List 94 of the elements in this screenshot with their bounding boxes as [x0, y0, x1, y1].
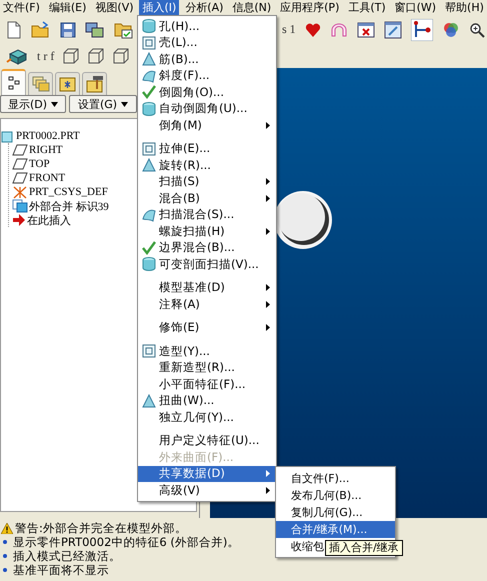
message-text: 警告:外部合并完全在模型外部。 [15, 520, 187, 536]
stacked-windows-icon[interactable] [85, 20, 105, 38]
tree-item[interactable]: FRONT [29, 172, 66, 184]
tree-item[interactable]: 在此插入 [27, 212, 71, 228]
menu-item[interactable]: 壳(L)... [159, 35, 270, 50]
menu-item[interactable]: 发布几何(B)... [276, 487, 395, 504]
menu-item[interactable]: 自动倒圆角(U)... [159, 101, 270, 116]
menu-item[interactable]: 自文件(F)... [276, 470, 395, 487]
stacked-folders-icon [32, 76, 50, 92]
submenu-arrow-icon [266, 300, 270, 308]
menu-item[interactable]: 独立几何(Y)... [159, 410, 270, 425]
panel-tab[interactable] [82, 72, 107, 95]
settings-button[interactable]: 设置(G) [69, 95, 137, 113]
menu-item[interactable]: 造型(Y)... [159, 344, 270, 359]
menu-item[interactable]: 扫描(S) [159, 174, 266, 190]
wireframe-cube-icon[interactable] [113, 48, 130, 64]
menu-bar-item[interactable]: 应用程序(P) [277, 0, 342, 15]
submenu-arrow-icon [266, 122, 270, 129]
tree-item[interactable]: RIGHT [29, 144, 63, 156]
submenu-arrow-icon [266, 324, 270, 332]
arch-icon[interactable] [330, 22, 348, 38]
tree-item[interactable]: PRT_CSYS_DEF [29, 186, 108, 198]
tree-structure-icon [8, 76, 20, 90]
menu-item[interactable]: 螺旋扫描(H) [159, 224, 266, 239]
message-text: 显示零件PRT0002中的特征6 (外部合并)。 [13, 534, 240, 550]
menu-item[interactable]: 孔(H)... [159, 18, 270, 34]
menu-item[interactable]: 拉伸(E)... [159, 141, 270, 156]
panel-tab[interactable] [55, 72, 80, 95]
datum-plane-icon [12, 158, 28, 170]
part-icon [1, 130, 14, 142]
display-button[interactable]: 显示(D) [0, 95, 66, 113]
menu-item[interactable]: 斜度(F)... [159, 68, 270, 84]
menu-item[interactable]: 注释(A) [159, 296, 266, 312]
menu-item[interactable]: 复制几何(G)... [276, 504, 395, 521]
document-icon[interactable] [6, 20, 22, 38]
menu-item[interactable]: 扭曲(W)... [159, 393, 270, 408]
menu-item[interactable]: 扫描混合(S)... [159, 207, 270, 222]
menu-bar-item[interactable]: 编辑(E) [46, 0, 90, 15]
tree-item[interactable]: TOP [29, 158, 50, 170]
menu-item[interactable]: 倒圆角(O)... [159, 84, 270, 100]
submenu-arrow-icon [266, 470, 270, 478]
menu-item[interactable]: 边界混合(B)... [159, 240, 270, 256]
submenu-arrow-icon [266, 284, 270, 292]
menu-item[interactable]: 倒角(M) [159, 118, 266, 133]
warning-icon [1, 522, 13, 534]
menu-bar-item[interactable]: 工具(T) [345, 0, 389, 15]
menu-item[interactable]: 重新造型(R)... [159, 360, 270, 376]
folder-hammer-icon [86, 75, 104, 93]
menu-item[interactable]: 旋转(R)... [159, 158, 270, 173]
wireframe-cube-icon[interactable] [88, 48, 104, 64]
menu-bar-item[interactable]: 插入(I) [139, 0, 180, 15]
node-link-icon[interactable] [410, 18, 433, 40]
submenu-arrow-icon [266, 178, 270, 186]
folder-check-icon[interactable] [114, 20, 134, 38]
coordinate-system-icon [12, 186, 28, 198]
edit-window-icon[interactable] [384, 20, 402, 38]
menu-item[interactable]: 模型基准(D) [159, 280, 266, 296]
menu-item[interactable]: 合并/继承(M)... [276, 521, 395, 538]
menu-bar-item[interactable]: 信息(N) [229, 0, 274, 15]
menu-item[interactable]: 混合(B) [159, 190, 266, 206]
menu-bar-item[interactable]: 分析(A) [182, 0, 226, 15]
arrow-icon [12, 214, 26, 226]
panel-tab[interactable] [1, 69, 26, 95]
submenu-arrow-icon [266, 228, 270, 235]
menu-bar-item[interactable]: 视图(V) [92, 0, 137, 15]
message-text: 基准平面将不显示 [13, 562, 109, 578]
menu-item[interactable]: 可变剖面扫描(V)... [159, 256, 270, 272]
folder-icon[interactable] [31, 20, 51, 38]
menu-bar-item[interactable]: 文件(F) [0, 0, 43, 15]
menu-item[interactable]: 用户定义特征(U)... [159, 433, 270, 448]
tree-item[interactable]: 外部合并 标识39 [29, 198, 109, 214]
menu-item[interactable]: 修饰(E) [159, 320, 266, 336]
submenu-arrow-icon [266, 486, 270, 494]
menu-item[interactable]: 小平面特征(F)... [159, 376, 270, 392]
message-text: 插入模式已经激活。 [13, 548, 121, 564]
datum-plane-icon [12, 172, 28, 184]
wireframe-cube-icon[interactable] [63, 48, 80, 64]
datum-plane-icon [12, 144, 28, 156]
toolbar-label: s 1 [282, 22, 296, 37]
menu-item[interactable]: 高级(V) [159, 482, 266, 498]
tree-item[interactable]: PRT0002.PRT [16, 130, 80, 142]
caret-icon [121, 102, 128, 106]
merge-icon [12, 199, 28, 213]
menu-item[interactable]: 筋(B)... [159, 52, 270, 67]
color-circles-icon[interactable] [442, 20, 460, 38]
toolbar-label: t r f [37, 48, 54, 64]
submenu-arrow-icon [266, 194, 270, 202]
menu-bar-item[interactable]: 窗口(W) [392, 0, 440, 15]
close-window-icon[interactable] [356, 20, 375, 38]
zoom-icon[interactable] [468, 22, 485, 38]
tooltip-text: 插入合并/继承 [329, 541, 399, 554]
heart-icon[interactable] [304, 22, 321, 38]
caret-icon [51, 102, 58, 106]
menu-bar-item[interactable]: 帮助(H) [442, 0, 487, 15]
